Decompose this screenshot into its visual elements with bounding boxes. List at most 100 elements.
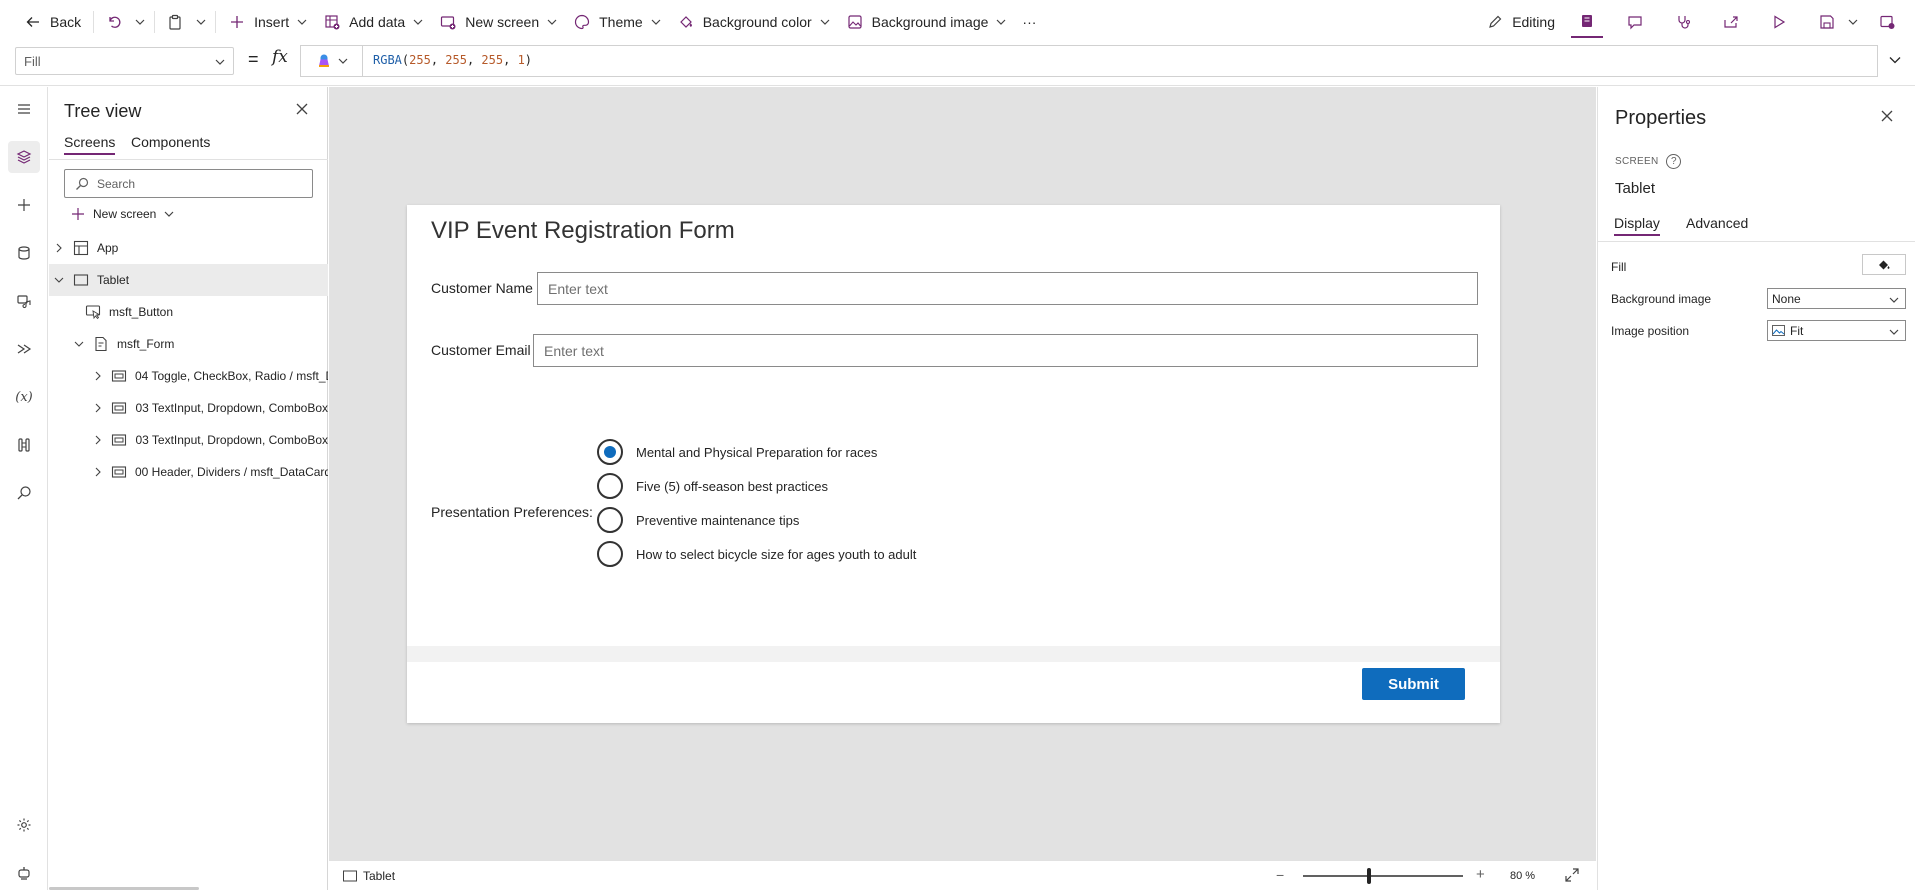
chevron-down-icon: [820, 19, 830, 25]
search-rail-button[interactable]: [8, 477, 40, 509]
editing-button[interactable]: Editing: [1478, 6, 1563, 38]
comments-button[interactable]: [1619, 6, 1651, 38]
image-icon: [1772, 325, 1785, 336]
tree-node-msft-button[interactable]: msft_Button: [49, 296, 328, 328]
insert-rail-button[interactable]: [8, 189, 40, 221]
save-button[interactable]: [1811, 6, 1843, 38]
add-data-icon: [323, 13, 341, 31]
zoom-out-button[interactable]: −: [1276, 867, 1284, 883]
zoom-value[interactable]: 80 %: [1510, 870, 1535, 882]
chevron-down-icon: [1889, 329, 1899, 335]
tab-components[interactable]: Components: [131, 134, 210, 150]
close-tree-button[interactable]: [295, 102, 309, 116]
background-image-button[interactable]: Background image: [838, 6, 1015, 38]
new-screen-button[interactable]: New screen: [431, 6, 565, 38]
expand-formula-button[interactable]: [1888, 53, 1902, 67]
tree-node-datacard-textinput-1[interactable]: 03 TextInput, Dropdown, ComboBox: [49, 392, 328, 424]
customer-email-input[interactable]: Enter text: [533, 334, 1478, 367]
data-button[interactable]: [8, 237, 40, 269]
media-button[interactable]: [8, 285, 40, 317]
fx-icon: fx: [272, 47, 288, 67]
back-button[interactable]: Back: [16, 6, 89, 38]
tree-node-msft-form[interactable]: msft_Form: [49, 328, 328, 360]
advanced-tools-button[interactable]: [8, 429, 40, 461]
formula-input[interactable]: RGBA(255, 255, 255, 1): [300, 45, 1878, 77]
new-screen-icon: [439, 13, 457, 31]
chevron-down-icon: [1889, 297, 1899, 303]
help-icon[interactable]: ?: [1666, 154, 1682, 169]
radio-option[interactable]: Preventive maintenance tips: [597, 507, 799, 533]
undo-menu-button[interactable]: [130, 6, 150, 38]
settings-button[interactable]: [8, 809, 40, 841]
add-data-button[interactable]: Add data: [315, 6, 431, 38]
tree-node-datacard-toggle[interactable]: 04 Toggle, CheckBox, Radio / msft_Da: [49, 360, 328, 392]
save-menu-button[interactable]: [1843, 6, 1863, 38]
radio-option[interactable]: Five (5) off-season best practices: [597, 473, 828, 499]
insert-button[interactable]: Insert: [220, 6, 315, 38]
property-dropdown[interactable]: Fill: [15, 47, 234, 75]
radio-button-selected[interactable]: [597, 439, 623, 465]
screen-icon: [73, 272, 89, 288]
tablet-screen[interactable]: VIP Event Registration Form Customer Nam…: [407, 205, 1500, 723]
tree-search-input[interactable]: Search: [64, 169, 313, 198]
radio-option-label: Preventive maintenance tips: [636, 512, 800, 528]
background-color-button[interactable]: Background color: [669, 6, 838, 38]
tab-advanced[interactable]: Advanced: [1686, 215, 1748, 231]
theme-button[interactable]: Theme: [565, 6, 669, 38]
radio-button[interactable]: [597, 541, 623, 567]
virtual-agent-button[interactable]: [8, 857, 40, 889]
app-checker-button[interactable]: [1571, 6, 1603, 38]
chevron-right-icon: [93, 434, 103, 446]
hamburger-button[interactable]: [8, 93, 40, 125]
tree-node-tablet[interactable]: Tablet: [49, 264, 328, 296]
property-value: Fill: [24, 53, 41, 69]
more-button[interactable]: ···: [1014, 6, 1044, 38]
radio-dot: [604, 446, 616, 458]
close-properties-button[interactable]: [1880, 109, 1894, 123]
copilot-button[interactable]: [301, 46, 363, 76]
power-automate-button[interactable]: [8, 333, 40, 365]
tree-search-placeholder: Search: [97, 176, 136, 191]
health-check-button[interactable]: [1667, 6, 1699, 38]
canvas[interactable]: VIP Event Registration Form Customer Nam…: [329, 87, 1596, 860]
tree-node-app[interactable]: App: [49, 232, 328, 264]
formula-text[interactable]: RGBA(255, 255, 255, 1): [373, 53, 532, 67]
share-button[interactable]: [1715, 6, 1747, 38]
background-image-dropdown[interactable]: None: [1767, 288, 1906, 309]
image-position-dropdown[interactable]: Fit: [1767, 320, 1906, 341]
fit-to-window-button[interactable]: [1565, 868, 1579, 882]
tree-node-datacard-textinput-2[interactable]: 03 TextInput, Dropdown, ComboBox: [49, 424, 328, 456]
chevron-down-icon: [547, 19, 557, 25]
zoom-slider[interactable]: [1303, 875, 1463, 877]
chevron-right-icon: [93, 402, 103, 414]
fill-label: Fill: [1611, 260, 1627, 274]
paste-button[interactable]: [159, 6, 191, 38]
tab-screens[interactable]: Screens: [64, 134, 116, 155]
image-icon: [846, 13, 864, 31]
customer-name-input[interactable]: Enter text: [537, 272, 1478, 305]
fill-color-picker[interactable]: [1862, 254, 1906, 275]
variables-button[interactable]: (x): [8, 381, 40, 413]
current-screen-indicator[interactable]: Tablet: [343, 869, 395, 883]
undo-button[interactable]: [98, 6, 130, 38]
radio-option[interactable]: Mental and Physical Preparation for race…: [597, 439, 877, 465]
media-icon: [17, 295, 31, 308]
submit-button[interactable]: Submit: [1362, 668, 1465, 700]
radio-option[interactable]: How to select bicycle size for ages yout…: [597, 541, 916, 567]
tree-node-label: 03 TextInput, Dropdown, ComboBox: [135, 401, 328, 415]
tab-display[interactable]: Display: [1614, 215, 1660, 236]
zoom-in-button[interactable]: +: [1476, 866, 1485, 883]
preview-button[interactable]: [1763, 6, 1795, 38]
editing-label: Editing: [1512, 13, 1555, 30]
publish-button[interactable]: [1871, 6, 1903, 38]
close-icon: [296, 103, 308, 115]
tree-new-screen-button[interactable]: New screen: [71, 207, 174, 221]
zoom-slider-thumb[interactable]: [1367, 868, 1371, 884]
search-icon: [17, 486, 31, 500]
palette-icon: [573, 13, 591, 31]
tree-view-button[interactable]: [8, 141, 40, 173]
paste-menu-button[interactable]: [191, 6, 211, 38]
radio-button[interactable]: [597, 507, 623, 533]
radio-button[interactable]: [597, 473, 623, 499]
tree-node-datacard-header[interactable]: 00 Header, Dividers / msft_DataCard_: [49, 456, 328, 488]
